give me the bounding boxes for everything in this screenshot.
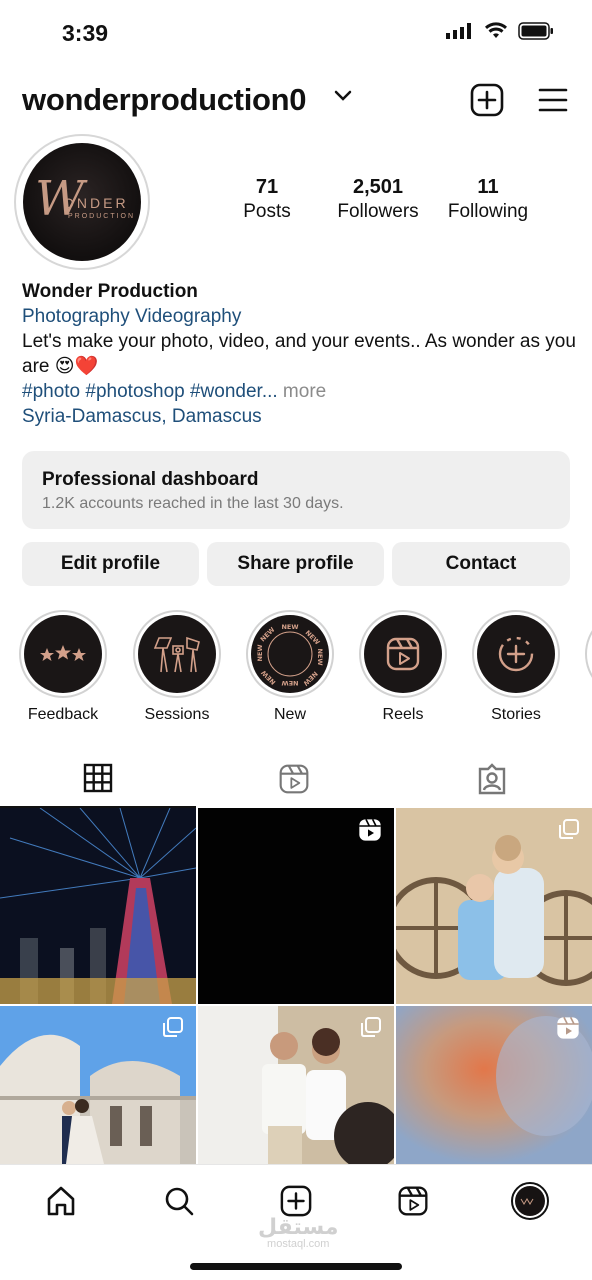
- svg-text:NEW: NEW: [260, 669, 278, 687]
- avatar-logo: W ONDER PRODUCTION: [23, 143, 141, 261]
- hamburger-menu-icon: [538, 88, 568, 112]
- home-indicator[interactable]: [190, 1263, 402, 1270]
- plus-square-icon: [470, 83, 504, 117]
- tab-tagged[interactable]: [394, 750, 590, 808]
- new-badge-icon: NEWNEW NEWNEW NEWNEW NEWNEW: [256, 623, 324, 688]
- status-icons: [446, 22, 554, 40]
- tab-grid[interactable]: [0, 750, 196, 808]
- menu-button[interactable]: [535, 82, 571, 118]
- post-children-hugging[interactable]: [396, 808, 592, 1004]
- highlight-reels[interactable]: Reels: [358, 610, 448, 724]
- bio-hashtags[interactable]: #photo #photoshop #wonder...: [22, 381, 278, 402]
- highlight-feedback[interactable]: Feedback: [18, 610, 108, 724]
- svg-text:NEW: NEW: [316, 648, 324, 665]
- bottom-navigation: مستقل mostaql.com: [0, 1164, 592, 1280]
- highlight-stories[interactable]: Stories: [471, 610, 561, 724]
- dashboard-subtitle: 1.2K accounts reached in the last 30 day…: [42, 495, 344, 512]
- post-grid: [0, 808, 592, 1170]
- status-bar: 3:39: [0, 0, 592, 64]
- svg-text:NEW: NEW: [281, 679, 298, 687]
- profile-bio: Wonder Production Photography Videograph…: [22, 279, 578, 429]
- post-black-reel[interactable]: [198, 808, 394, 1004]
- wifi-icon: [485, 22, 507, 38]
- svg-text:NEW: NEW: [302, 670, 320, 688]
- profile-header: wonderproduction0: [0, 78, 592, 124]
- svg-text:NEW: NEW: [281, 623, 298, 631]
- category-label[interactable]: Photography Videography: [22, 304, 578, 329]
- reel-badge-icon: [359, 818, 381, 841]
- profile-stats: 71 Posts 2,501 Followers 11 Following: [220, 176, 550, 228]
- profile-avatar[interactable]: W ONDER PRODUCTION: [14, 134, 150, 270]
- profile-tabs: [0, 750, 592, 808]
- stars-icon: [40, 645, 86, 661]
- grid-icon: [83, 763, 113, 793]
- username[interactable]: wonderproduction0: [22, 82, 307, 118]
- professional-dashboard[interactable]: Professional dashboard 1.2K accounts rea…: [22, 451, 570, 529]
- status-time: 3:39: [62, 20, 109, 46]
- stat-posts[interactable]: 71 Posts: [220, 176, 314, 223]
- post-tower-light-show[interactable]: [0, 808, 196, 1004]
- reels-icon: [386, 637, 420, 671]
- profile-actions: Edit profile Share profile Contact: [22, 542, 570, 586]
- reels-icon: [398, 1186, 428, 1216]
- studio-icon: [153, 636, 200, 673]
- location-link[interactable]: Syria-Damascus, Damascus: [22, 404, 578, 429]
- stat-followers[interactable]: 2,501 Followers: [328, 176, 428, 223]
- reels-icon: [279, 764, 309, 794]
- watermark: مستقل mostaql.com: [258, 1215, 339, 1250]
- tagged-icon: [478, 763, 506, 795]
- nav-reels[interactable]: [393, 1181, 433, 1221]
- tab-reels[interactable]: [196, 750, 392, 808]
- dashboard-title: Professional dashboard: [42, 469, 259, 490]
- stat-following[interactable]: 11 Following: [440, 176, 536, 223]
- carousel-badge-icon: [361, 1017, 381, 1037]
- battery-icon: [518, 22, 553, 40]
- svg-text:NEW: NEW: [256, 644, 264, 661]
- nav-home[interactable]: [41, 1181, 81, 1221]
- display-name: Wonder Production: [22, 281, 198, 302]
- add-story-icon: [498, 636, 534, 672]
- edit-profile-button[interactable]: Edit profile: [22, 542, 199, 586]
- home-icon: [47, 1186, 75, 1216]
- post-image: [0, 808, 196, 1004]
- more-link[interactable]: more: [278, 381, 326, 402]
- highlight-partial[interactable]: [584, 610, 592, 698]
- carousel-badge-icon: [163, 1017, 183, 1037]
- search-icon: [165, 1187, 194, 1216]
- nav-search[interactable]: [159, 1181, 199, 1221]
- reel-badge-icon: [557, 1016, 579, 1039]
- svg-text:NEW: NEW: [304, 629, 322, 647]
- bio-text: Let's make your photo, video, and your e…: [22, 331, 576, 377]
- highlight-new[interactable]: NEW NEW NEW NEW NEW NEW NEW NEW New: [245, 610, 335, 724]
- share-profile-button[interactable]: Share profile: [207, 542, 384, 586]
- chevron-down-icon[interactable]: [334, 90, 352, 102]
- create-post-button[interactable]: [469, 82, 505, 118]
- create-icon: [280, 1185, 312, 1217]
- highlight-sessions[interactable]: Sessions: [132, 610, 222, 724]
- svg-text:NEW: NEW: [259, 626, 277, 644]
- carousel-badge-icon: [559, 819, 579, 839]
- profile-avatar-icon: [511, 1182, 549, 1220]
- cellular-signal-icon: [446, 23, 471, 39]
- contact-button[interactable]: Contact: [392, 542, 570, 586]
- nav-profile[interactable]: [510, 1181, 550, 1221]
